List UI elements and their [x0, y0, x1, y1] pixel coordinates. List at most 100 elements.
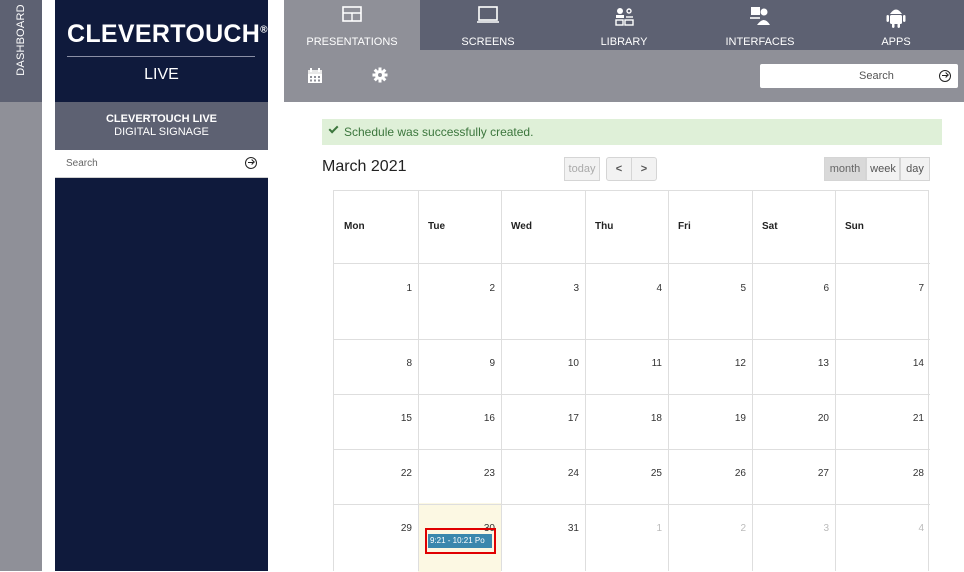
day-number[interactable]: 7	[894, 283, 924, 294]
toolbar-search-input[interactable]: Search	[859, 70, 894, 82]
toolbar-search[interactable]: Search	[760, 64, 958, 88]
day-number[interactable]: 25	[632, 468, 662, 479]
day-number[interactable]: 3	[549, 283, 579, 294]
day-number[interactable]: 26	[716, 468, 746, 479]
panel-header: CLEVERTOUCH LIVE DIGITAL SIGNAGE	[55, 102, 268, 150]
brand: CLEVERTOUCH®	[55, 0, 268, 64]
day-number[interactable]: 31	[549, 523, 579, 534]
day-number[interactable]: 4	[632, 283, 662, 294]
panel-subtitle: DIGITAL SIGNAGE	[114, 126, 209, 138]
day-number[interactable]: 17	[549, 413, 579, 424]
day-number[interactable]: 5	[716, 283, 746, 294]
notice-text: Schedule was successfully created.	[344, 125, 534, 139]
day-number[interactable]: 16	[465, 413, 495, 424]
brand-name: CLEVERTOUCH	[67, 20, 261, 48]
day-number[interactable]: 15	[382, 413, 412, 424]
weekday-thu: Thu	[595, 221, 614, 232]
day-number[interactable]: 14	[894, 358, 924, 369]
day-number[interactable]: 9	[465, 358, 495, 369]
nav-label-library: LIBRARY	[600, 36, 648, 48]
success-notice: Schedule was successfully created.	[322, 119, 942, 145]
day-number[interactable]: 1	[632, 523, 662, 534]
day-number[interactable]: 20	[799, 413, 829, 424]
library-icon	[615, 8, 634, 26]
day-number[interactable]: 6	[799, 283, 829, 294]
panel-search[interactable]: Search	[55, 150, 268, 178]
day-number[interactable]: 3	[799, 523, 829, 534]
column-divider	[752, 191, 753, 571]
month-view-button[interactable]: month	[824, 157, 866, 181]
dashboard-tab[interactable]: DASHBOARD	[0, 0, 42, 102]
column-divider	[835, 191, 836, 571]
weekday-tue: Tue	[428, 221, 446, 232]
weekday-fri: Fri	[678, 221, 691, 232]
circle-arrow-icon[interactable]	[939, 70, 951, 82]
day-number[interactable]: 8	[382, 358, 412, 369]
day-number[interactable]: 21	[894, 413, 924, 424]
nav-label-presentations: PRESENTATIONS	[306, 36, 398, 48]
row-divider	[334, 449, 930, 450]
day-number[interactable]: 29	[382, 523, 412, 534]
column-divider	[418, 191, 419, 571]
dashboard-strip: DASHBOARD	[0, 0, 42, 571]
day-number[interactable]: 27	[799, 468, 829, 479]
toolbar: Search	[284, 50, 964, 102]
weekday-wed: Wed	[511, 221, 532, 232]
day-number[interactable]: 24	[549, 468, 579, 479]
today-button[interactable]: today	[564, 157, 600, 181]
weekday-mon: Mon	[344, 221, 365, 232]
brand-divider	[67, 56, 255, 57]
calendar-event[interactable]: 9:21 - 10:21 Po	[428, 534, 492, 548]
nav-interfaces[interactable]: INTERFACES	[692, 0, 828, 50]
day-view-button[interactable]: day	[900, 157, 930, 181]
interface-icon	[750, 7, 770, 25]
top-nav: PRESENTATIONS SCREENS LIBRARY INTERFACES	[284, 0, 964, 50]
calendar-icon[interactable]	[307, 67, 323, 84]
day-number[interactable]: 22	[382, 468, 412, 479]
nav-label-screens: SCREENS	[461, 36, 515, 48]
day-number[interactable]: 11	[632, 358, 662, 369]
day-number[interactable]: 18	[632, 413, 662, 424]
nav-label-interfaces: INTERFACES	[725, 36, 795, 48]
day-number[interactable]: 4	[894, 523, 924, 534]
next-button[interactable]: >	[631, 157, 657, 181]
day-number[interactable]: 12	[716, 358, 746, 369]
nav-label-apps: APPS	[881, 36, 911, 48]
weekday-sat: Sat	[762, 221, 778, 232]
check-icon	[328, 123, 339, 134]
left-panel: CLEVERTOUCH® LIVE CLEVERTOUCH LIVE DIGIT…	[55, 0, 268, 571]
day-number[interactable]: 19	[716, 413, 746, 424]
presentation-icon	[342, 6, 362, 22]
column-divider	[668, 191, 669, 571]
day-number[interactable]: 1	[382, 283, 412, 294]
circle-arrow-icon[interactable]	[245, 157, 257, 169]
day-number[interactable]: 23	[465, 468, 495, 479]
day-number[interactable]: 13	[799, 358, 829, 369]
brand-subtitle: LIVE	[144, 66, 179, 83]
row-divider	[334, 504, 930, 505]
monitor-icon	[477, 6, 499, 23]
registered-mark: ®	[260, 24, 268, 36]
weekday-header: Mon Tue Wed Thu Fri Sat Sun	[334, 191, 930, 264]
day-number[interactable]: 2	[716, 523, 746, 534]
calendar-grid: Mon Tue Wed Thu Fri Sat Sun 1 2 3 4 5 6 7 8 9 10 11 12 13 1…	[333, 190, 930, 572]
day-number[interactable]: 28	[894, 468, 924, 479]
dashboard-label[interactable]: DASHBOARD	[15, 4, 27, 75]
weekday-sun: Sun	[845, 221, 864, 232]
nav-screens[interactable]: SCREENS	[420, 0, 556, 50]
day-number[interactable]: 2	[465, 283, 495, 294]
gear-icon[interactable]	[372, 67, 388, 83]
prev-button[interactable]: <	[606, 157, 632, 181]
nav-apps[interactable]: APPS	[828, 0, 964, 50]
row-divider	[334, 339, 930, 340]
nav-library[interactable]: LIBRARY	[556, 0, 692, 50]
row-divider	[334, 394, 930, 395]
panel-search-input[interactable]: Search	[66, 158, 98, 169]
column-divider	[585, 191, 586, 571]
week-view-button[interactable]: week	[866, 157, 900, 181]
nav-presentations[interactable]: PRESENTATIONS	[284, 0, 420, 50]
day-number[interactable]: 10	[549, 358, 579, 369]
android-icon	[886, 9, 906, 28]
column-divider	[501, 191, 502, 571]
panel-title: CLEVERTOUCH LIVE	[105, 113, 218, 125]
